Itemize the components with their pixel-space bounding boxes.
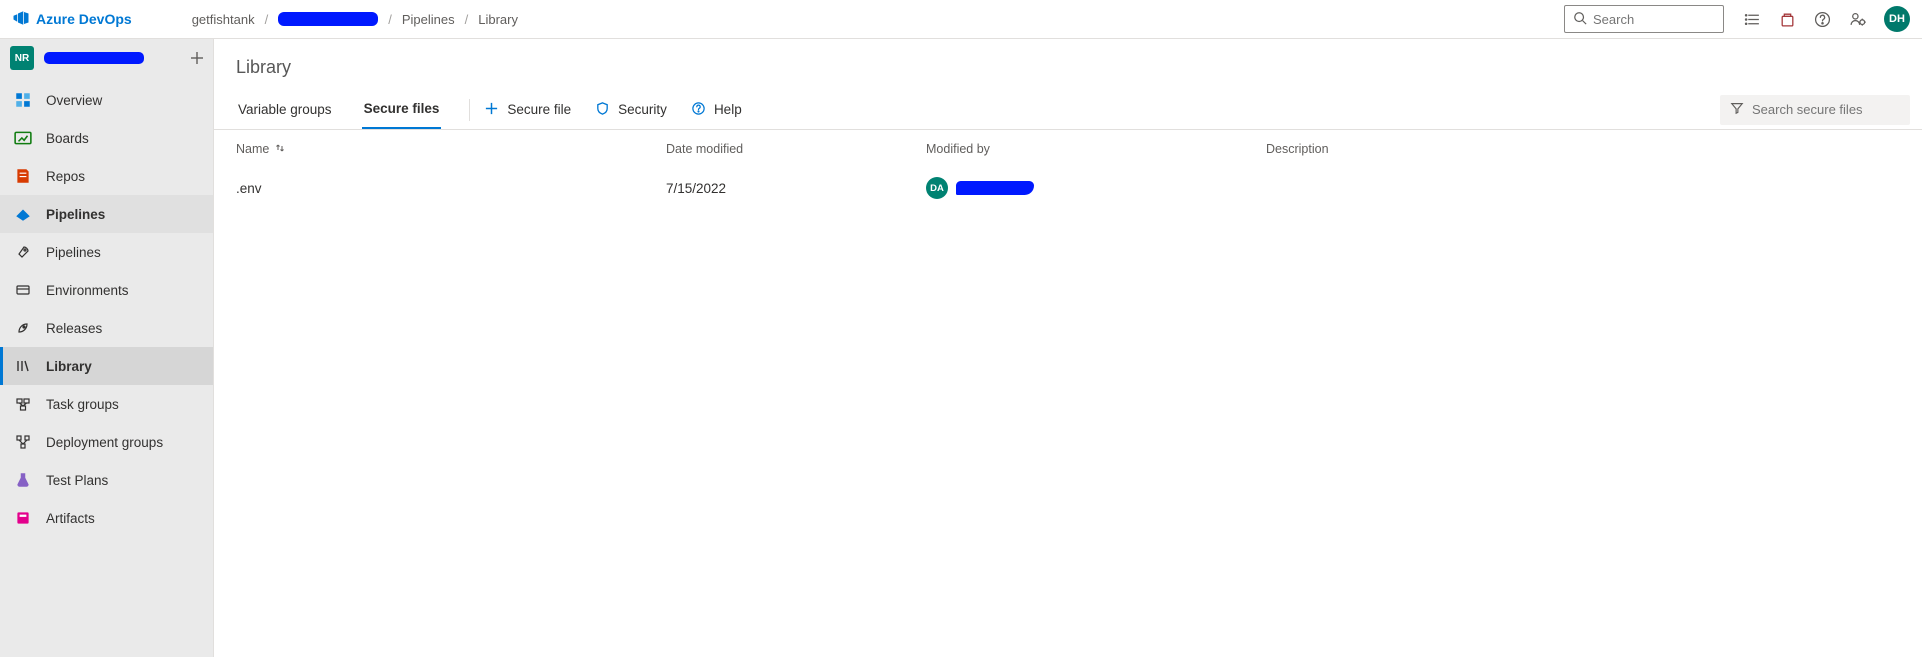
nav-repos[interactable]: Repos xyxy=(0,157,213,195)
tab-variable-groups[interactable]: Variable groups xyxy=(236,90,334,129)
nav-overview[interactable]: Overview xyxy=(0,81,213,119)
help-label: Help xyxy=(714,102,742,117)
nav-label: Pipelines xyxy=(46,245,101,260)
breadcrumb-page[interactable]: Library xyxy=(478,12,518,27)
nav-artifacts[interactable]: Artifacts xyxy=(0,499,213,537)
security-label: Security xyxy=(618,102,667,117)
top-icon-tray: DH xyxy=(1744,6,1910,32)
add-secure-file-label: Secure file xyxy=(507,102,571,117)
filter-input[interactable] xyxy=(1752,102,1900,117)
brand-logo[interactable]: Azure DevOps xyxy=(12,9,132,30)
nav-label: Repos xyxy=(46,169,85,184)
deployment-groups-icon xyxy=(14,433,32,451)
cell-date-modified: 7/15/2022 xyxy=(666,181,926,196)
nav-label: Test Plans xyxy=(46,473,108,488)
nav-label: Task groups xyxy=(46,397,119,412)
table-header: Name Date modified Modified by Descripti… xyxy=(214,130,1922,168)
breadcrumb-project[interactable] xyxy=(278,12,378,26)
overview-icon xyxy=(14,91,32,109)
page-title: Library xyxy=(214,39,1922,90)
nav-pipelines[interactable]: Pipelines xyxy=(0,233,213,271)
releases-icon xyxy=(14,319,32,337)
list-icon[interactable] xyxy=(1744,11,1761,28)
tab-divider xyxy=(469,99,470,121)
nav-label: Boards xyxy=(46,131,89,146)
marketplace-icon[interactable] xyxy=(1779,11,1796,28)
breadcrumb-org[interactable]: getfishtank xyxy=(192,12,255,27)
nav-pipelines-section[interactable]: Pipelines xyxy=(0,195,213,233)
modified-by-name xyxy=(956,181,1034,195)
sort-asc-icon xyxy=(275,142,285,156)
user-avatar[interactable]: DH xyxy=(1884,6,1910,32)
project-avatar: NR xyxy=(10,46,34,70)
help-icon[interactable] xyxy=(1814,11,1831,28)
search-icon xyxy=(1573,11,1587,28)
project-selector[interactable]: NR xyxy=(0,39,213,77)
environments-icon xyxy=(14,281,32,299)
nav-deployment-groups[interactable]: Deployment groups xyxy=(0,423,213,461)
table-row[interactable]: .env 7/15/2022 DA xyxy=(214,168,1922,208)
user-avatar-small: DA xyxy=(926,177,948,199)
secure-files-table: Name Date modified Modified by Descripti… xyxy=(214,130,1922,208)
pipelines-icon xyxy=(14,205,32,223)
column-name[interactable]: Name xyxy=(236,142,666,156)
filter-secure-files[interactable] xyxy=(1720,95,1910,125)
breadcrumb-area[interactable]: Pipelines xyxy=(402,12,455,27)
shield-icon xyxy=(595,101,610,119)
nav-test-plans[interactable]: Test Plans xyxy=(0,461,213,499)
breadcrumb-sep-icon: / xyxy=(388,12,392,27)
nav-label: Pipelines xyxy=(46,207,105,222)
column-date-modified[interactable]: Date modified xyxy=(666,142,926,156)
project-name xyxy=(44,52,144,64)
global-search-input[interactable] xyxy=(1593,12,1715,27)
help-circle-icon xyxy=(691,101,706,119)
cell-name: .env xyxy=(236,181,666,196)
nav-environments[interactable]: Environments xyxy=(0,271,213,309)
breadcrumb-sep-icon: / xyxy=(265,12,269,27)
breadcrumb: getfishtank / / Pipelines / Library xyxy=(192,12,518,27)
boards-icon xyxy=(14,129,32,147)
nav-label: Library xyxy=(46,359,92,374)
nav-library[interactable]: Library xyxy=(0,347,213,385)
filter-icon xyxy=(1730,101,1744,118)
global-search[interactable] xyxy=(1564,5,1724,33)
nav-releases[interactable]: Releases xyxy=(0,309,213,347)
nav-label: Deployment groups xyxy=(46,435,163,450)
column-description[interactable]: Description xyxy=(1266,142,1900,156)
rocket-icon xyxy=(14,243,32,261)
repos-icon xyxy=(14,167,32,185)
brand-label: Azure DevOps xyxy=(36,11,132,27)
help-button[interactable]: Help xyxy=(691,101,742,119)
add-secure-file-button[interactable]: Secure file xyxy=(484,101,571,119)
task-groups-icon xyxy=(14,395,32,413)
top-bar: Azure DevOps getfishtank / / Pipelines /… xyxy=(0,0,1922,39)
plus-icon xyxy=(484,101,499,119)
nav-task-groups[interactable]: Task groups xyxy=(0,385,213,423)
test-plans-icon xyxy=(14,471,32,489)
breadcrumb-sep-icon: / xyxy=(465,12,469,27)
azure-devops-icon xyxy=(12,9,30,30)
nav-label: Artifacts xyxy=(46,511,95,526)
nav-list: Overview Boards Repos Pipelines Pipeline… xyxy=(0,77,213,537)
nav-label: Environments xyxy=(46,283,129,298)
nav-label: Releases xyxy=(46,321,102,336)
nav-label: Overview xyxy=(46,93,102,108)
tab-row: Variable groups Secure files Secure file… xyxy=(214,90,1922,130)
library-icon xyxy=(14,357,32,375)
user-settings-icon[interactable] xyxy=(1849,11,1866,28)
main-content: Library Variable groups Secure files Sec… xyxy=(214,39,1922,657)
artifacts-icon xyxy=(14,509,32,527)
nav-boards[interactable]: Boards xyxy=(0,119,213,157)
new-project-button[interactable] xyxy=(189,50,205,66)
sidebar: NR Overview Boards Repos Pipelines xyxy=(0,39,214,657)
cell-modified-by: DA xyxy=(926,177,1266,199)
tab-secure-files[interactable]: Secure files xyxy=(362,90,442,129)
security-button[interactable]: Security xyxy=(595,101,667,119)
column-modified-by[interactable]: Modified by xyxy=(926,142,1266,156)
